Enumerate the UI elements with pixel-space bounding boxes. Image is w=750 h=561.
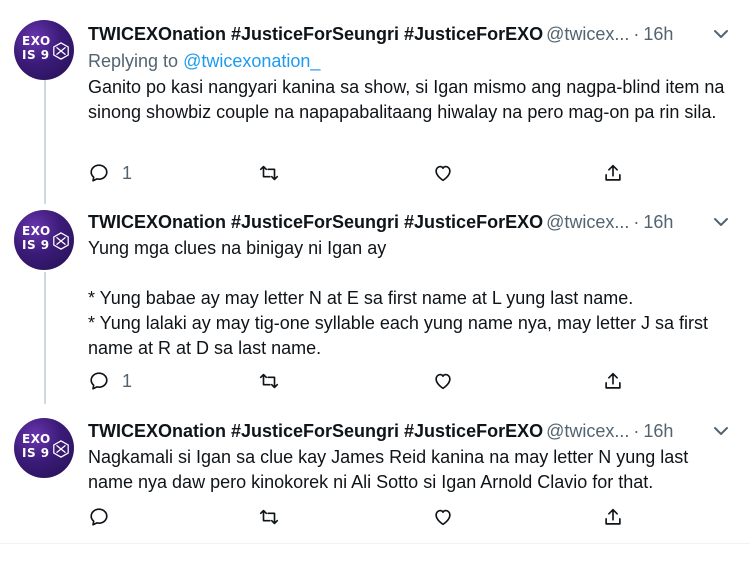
retweet-icon — [259, 165, 279, 181]
tweet-header: TWICEXOnation #JusticeForSeungri #Justic… — [88, 22, 736, 46]
like-button[interactable] — [432, 368, 454, 394]
reply-icon — [90, 372, 108, 390]
mention-link[interactable]: @twicexonation_ — [183, 51, 320, 71]
avatar-text-line: EXO — [22, 224, 51, 238]
exo-logo-icon — [53, 42, 69, 60]
replying-to: Replying to @twicexonation_ — [88, 49, 736, 73]
display-name[interactable]: TWICEXOnation #JusticeForSeungri #Justic… — [88, 212, 543, 232]
avatar-text-line: IS 9 — [22, 238, 50, 252]
exo-logo-icon — [53, 440, 69, 458]
timestamp[interactable]: 16h — [643, 24, 673, 44]
share-icon — [605, 508, 621, 525]
user-handle[interactable]: @twicex... — [546, 212, 629, 232]
avatar[interactable]: EXO IS 9 — [14, 210, 74, 270]
separator-dot: · — [633, 24, 640, 44]
heart-icon — [435, 373, 451, 390]
tweet-header: TWICEXOnation #JusticeForSeungri #Justic… — [88, 210, 736, 234]
action-bar: 1 — [88, 368, 648, 394]
tweet-paragraph: * Yung lalaki ay may tig-one syllable ea… — [88, 313, 708, 358]
display-name[interactable]: TWICEXOnation #JusticeForSeungri #Justic… — [88, 24, 543, 44]
tweet-paragraph: Yung mga clues na binigay ni Igan ay — [88, 238, 387, 258]
timestamp[interactable]: 16h — [643, 212, 673, 232]
reply-count: 1 — [122, 370, 133, 391]
tweet-paragraph: Nagkamali si Igan sa clue kay James Reid… — [88, 447, 689, 492]
heart-icon — [435, 165, 451, 182]
retweet-icon — [259, 509, 279, 525]
avatar-text-line: IS 9 — [22, 446, 50, 460]
share-button[interactable] — [602, 368, 624, 394]
heart-icon — [435, 509, 451, 526]
reply-button[interactable]: 1 — [88, 368, 132, 394]
tweet-2[interactable]: EXO IS 9 TWICEXOnation #JusticeForSeungri… — [0, 200, 750, 408]
tweet-text: Nagkamali si Igan sa clue kay James Reid… — [88, 445, 736, 495]
replying-to-label: Replying to — [88, 51, 179, 71]
avatar[interactable]: EXO IS 9 — [14, 20, 74, 80]
avatar[interactable]: EXO IS 9 — [14, 418, 74, 478]
avatar-text-line: EXO — [22, 34, 51, 48]
action-bar: 1 — [88, 160, 648, 186]
share-icon — [605, 164, 621, 181]
exo-logo-icon — [53, 232, 69, 250]
reply-count: 1 — [122, 162, 133, 183]
share-button[interactable] — [602, 160, 624, 186]
share-button[interactable] — [602, 504, 624, 530]
tweet-text: Yung mga clues na binigay ni Igan ay * Y… — [88, 236, 736, 361]
retweet-button[interactable] — [258, 368, 280, 394]
reply-button[interactable] — [88, 504, 122, 530]
like-button[interactable] — [432, 504, 454, 530]
tweet-header: TWICEXOnation #JusticeForSeungri #Justic… — [88, 419, 736, 443]
reply-icon — [90, 164, 108, 182]
avatar-text-line: IS 9 — [22, 48, 50, 62]
tweet-paragraph: * Yung babae ay may letter N at E sa fir… — [88, 288, 634, 308]
tweet-3[interactable]: EXO IS 9 TWICEXOnation #JusticeForSeungri… — [0, 408, 750, 543]
like-button[interactable] — [432, 160, 454, 186]
chevron-down-icon[interactable] — [710, 419, 732, 443]
tweet-1[interactable]: EXO IS 9 TWICEXOnation #JusticeForSeungri… — [0, 0, 750, 200]
user-handle[interactable]: @twicex... — [546, 24, 629, 44]
reply-button[interactable]: 1 — [88, 160, 132, 186]
avatar-text-line: EXO — [22, 432, 51, 446]
share-icon — [605, 372, 621, 389]
separator-dot: · — [633, 421, 640, 441]
retweet-button[interactable] — [258, 504, 280, 530]
tweet-paragraph: Ganito po kasi nangyari kanina sa show, … — [88, 77, 725, 122]
tweet-text: Ganito po kasi nangyari kanina sa show, … — [88, 75, 736, 125]
timestamp[interactable]: 16h — [643, 421, 673, 441]
display-name[interactable]: TWICEXOnation #JusticeForSeungri #Justic… — [88, 421, 543, 441]
chevron-down-icon[interactable] — [710, 210, 732, 234]
chevron-down-icon[interactable] — [710, 22, 732, 46]
retweet-icon — [259, 373, 279, 389]
divider — [0, 543, 750, 544]
separator-dot: · — [633, 212, 640, 232]
user-handle[interactable]: @twicex... — [546, 421, 629, 441]
action-bar — [88, 504, 648, 530]
retweet-button[interactable] — [258, 160, 280, 186]
reply-icon — [90, 508, 108, 526]
